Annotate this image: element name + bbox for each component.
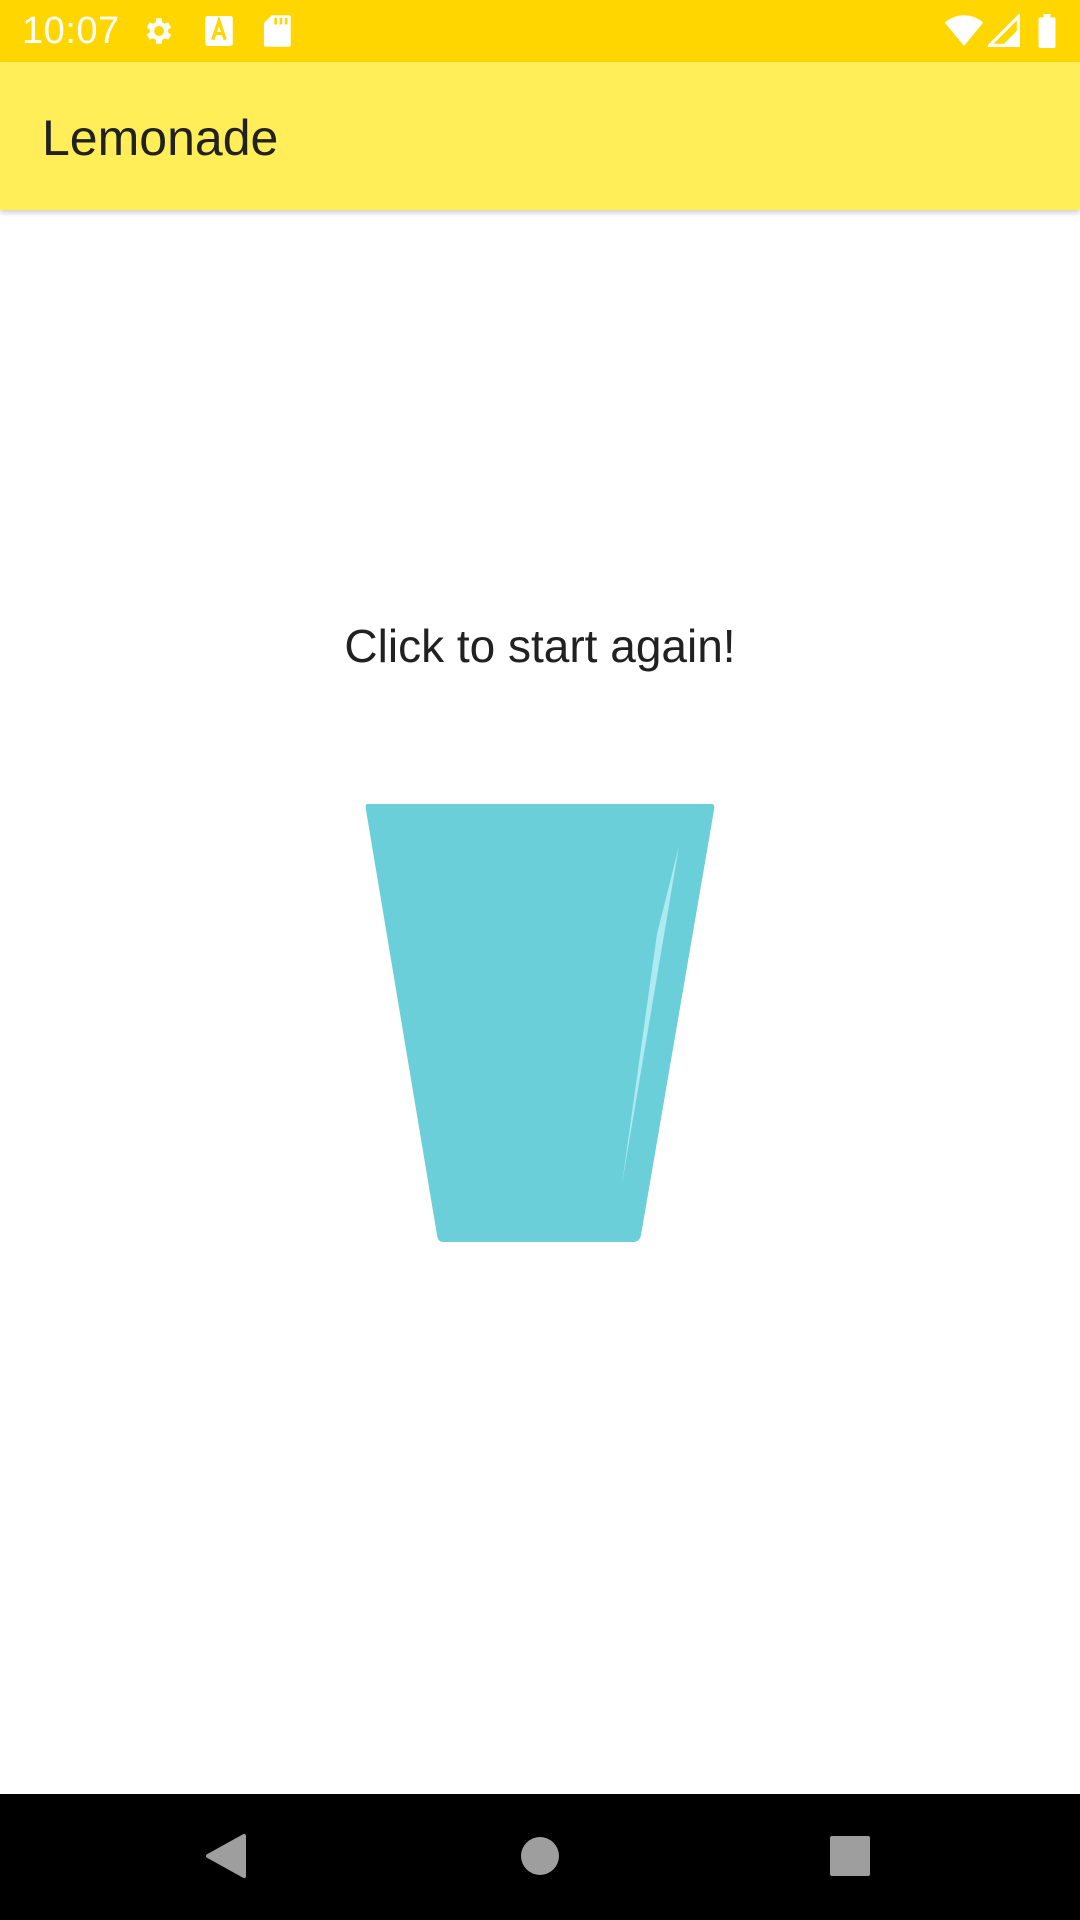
empty-glass-icon (365, 804, 715, 1242)
navigation-bar (0, 1794, 1080, 1920)
gear-icon (146, 18, 172, 44)
app-title: Lemonade (42, 110, 279, 166)
signal-icon (988, 14, 1020, 47)
text-a-icon (205, 15, 233, 46)
back-icon[interactable] (194, 1824, 258, 1888)
instruction-text: Click to start again! (344, 620, 736, 672)
recents-icon[interactable] (818, 1824, 882, 1888)
status-bar: 10:07 (0, 0, 1080, 62)
sd-card-icon (263, 15, 291, 47)
lemon-image-button[interactable] (360, 800, 720, 1245)
wifi-icon (944, 15, 984, 46)
home-icon[interactable] (508, 1824, 572, 1888)
battery-icon (1038, 14, 1056, 48)
lemonade-screen: 10:07 Lemonade Click to start again! (0, 0, 1080, 1920)
app-bar: Lemonade (0, 62, 1080, 210)
status-time: 10:07 (22, 10, 120, 52)
